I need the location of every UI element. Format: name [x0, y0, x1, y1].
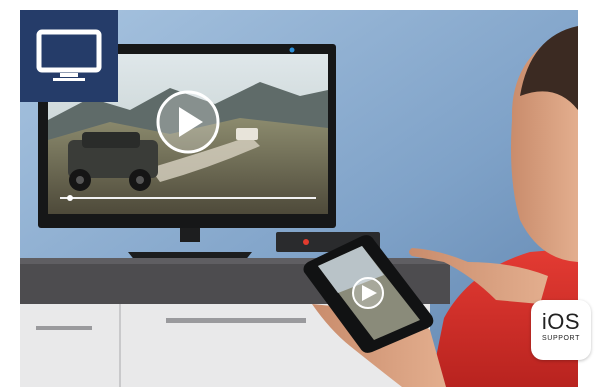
tv-badge [20, 10, 118, 102]
ios-title: iOS [541, 309, 581, 334]
promo-image: iOS SUPPORT [0, 0, 598, 387]
ios-subtitle: SUPPORT [542, 335, 580, 342]
ios-support-badge: iOS SUPPORT [531, 300, 591, 360]
play-icon [156, 90, 220, 154]
tv-icon [36, 29, 102, 81]
